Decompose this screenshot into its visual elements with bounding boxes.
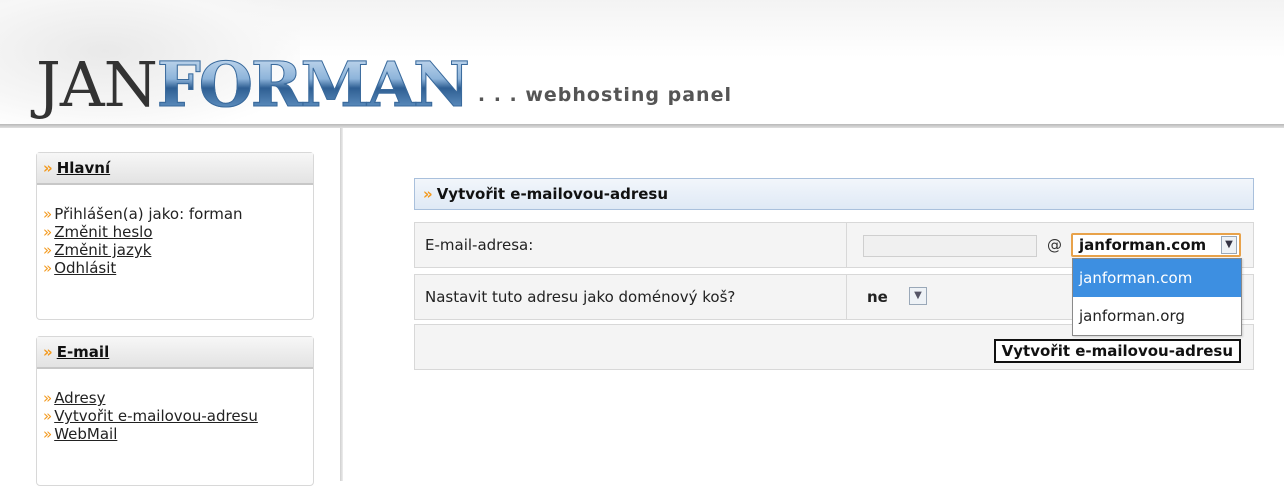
sidebar-item-logged-in: » Přihlášen(a) jako: forman	[43, 205, 307, 223]
at-sign: @	[1047, 236, 1062, 254]
header: JAN FORMAN . . . webhosting panel	[0, 0, 1284, 128]
bullet-icon: »	[43, 407, 53, 425]
sidebar-item-change-language: » Změnit jazyk	[43, 241, 307, 259]
email-address-label: E-mail-adresa:	[415, 223, 847, 267]
sidebar-box-email-title[interactable]: E-mail	[57, 343, 110, 361]
double-chevron-right-icon: »	[43, 159, 53, 177]
domain-dropdown-list: janforman.com janforman.org	[1072, 258, 1242, 336]
form-title-bar: » Vytvořit e-mailovou-adresu	[414, 178, 1254, 210]
header-divider	[0, 124, 1284, 128]
addresses-link[interactable]: Adresy	[54, 389, 105, 407]
domain-select-value: janforman.com	[1079, 236, 1207, 254]
webmail-link[interactable]: WebMail	[54, 425, 117, 443]
logout-link[interactable]: Odhlásit	[54, 259, 116, 277]
sidebar-item-logout: » Odhlásit	[43, 259, 307, 277]
domain-select[interactable]: janforman.com ▼	[1071, 233, 1241, 257]
create-address-button[interactable]: Vytvořit e-mailovou-adresu	[993, 339, 1241, 363]
email-local-part-input[interactable]	[863, 235, 1037, 257]
sidebar-box-main-title[interactable]: Hlavní	[57, 159, 110, 177]
logged-in-text: Přihlášen(a) jako: forman	[54, 205, 243, 223]
catchall-label: Nastavit tuto adresu jako doménový koš?	[415, 275, 847, 319]
chevron-down-icon[interactable]: ▼	[1221, 236, 1237, 254]
logo-tagline: . . . webhosting panel	[477, 84, 732, 106]
bullet-icon: »	[43, 241, 53, 259]
logo-text-jan: JAN	[36, 48, 158, 121]
bullet-icon: »	[43, 425, 53, 443]
domain-option[interactable]: janforman.com	[1073, 259, 1241, 297]
change-language-link[interactable]: Změnit jazyk	[54, 241, 151, 259]
bullet-icon: »	[43, 223, 53, 241]
create-address-link[interactable]: Vytvořit e-mailovou-adresu	[54, 407, 258, 425]
bullet-icon: »	[43, 389, 53, 407]
catchall-select[interactable]: ne ▼	[865, 287, 931, 307]
sidebar-divider	[340, 128, 343, 481]
logo-text-forman: FORMAN	[156, 48, 470, 121]
sidebar-box-email: » E-mail » Adresy » Vytvořit e-mailovou-adr…	[36, 336, 314, 486]
double-chevron-right-icon: »	[423, 185, 433, 203]
form-title: Vytvořit e-mailovou-adresu	[436, 185, 669, 203]
change-password-link[interactable]: Změnit heslo	[54, 223, 152, 241]
logo[interactable]: JAN FORMAN . . . webhosting panel	[36, 46, 732, 116]
domain-option[interactable]: janforman.org	[1073, 297, 1241, 335]
catchall-select-value: ne	[867, 288, 888, 306]
sidebar-box-email-header: » E-mail	[37, 337, 313, 369]
sidebar-item-change-password: » Změnit heslo	[43, 223, 307, 241]
double-chevron-right-icon: »	[43, 343, 53, 361]
sidebar-box-email-list: » Adresy » Vytvořit e-mailovou-adresu » Web…	[37, 369, 313, 443]
sidebar-item-create-address: » Vytvořit e-mailovou-adresu	[43, 407, 307, 425]
bullet-icon: »	[43, 259, 53, 277]
sidebar-item-addresses: » Adresy	[43, 389, 307, 407]
bullet-icon: »	[43, 205, 53, 223]
sidebar-box-main: » Hlavní » Přihlášen(a) jako: forman » Změn…	[36, 152, 314, 320]
sidebar-box-main-list: » Přihlášen(a) jako: forman » Změnit heslo…	[37, 185, 313, 277]
sidebar-box-main-header: » Hlavní	[37, 153, 313, 185]
chevron-down-icon[interactable]: ▼	[909, 287, 927, 305]
sidebar-item-webmail: » WebMail	[43, 425, 307, 443]
